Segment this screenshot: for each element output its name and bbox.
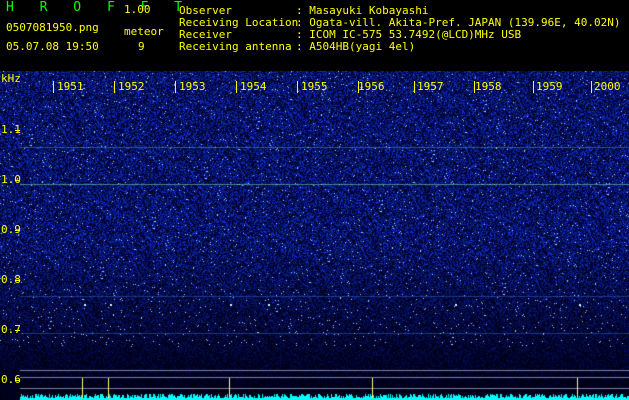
time-tick-mark bbox=[53, 81, 54, 93]
y-tick-mark bbox=[15, 330, 20, 331]
file-datetime: 05.07.08 19:50 bbox=[6, 40, 99, 53]
time-tick-label: 1958 bbox=[475, 80, 502, 93]
spectrogram-panel bbox=[0, 71, 629, 400]
time-tick-label: 1955 bbox=[301, 80, 328, 93]
app-logo: H R O F F T bbox=[6, 0, 192, 15]
y-axis-unit: kHz bbox=[1, 72, 21, 85]
y-tick-mark bbox=[15, 230, 20, 231]
time-tick-mark bbox=[297, 81, 298, 93]
info-antenna-key: Receiving antenna bbox=[179, 40, 292, 53]
time-tick-mark bbox=[414, 81, 415, 93]
time-tick-mark bbox=[175, 81, 176, 93]
time-tick-label: 1959 bbox=[536, 80, 563, 93]
y-tick-mark bbox=[15, 380, 20, 381]
y-tick-mark bbox=[15, 180, 20, 181]
time-tick-mark bbox=[236, 81, 237, 93]
time-tick-label: 2000 bbox=[594, 80, 621, 93]
time-tick-label: 1953 bbox=[179, 80, 206, 93]
time-tick-mark bbox=[533, 81, 534, 93]
meteor-label: meteor bbox=[124, 25, 164, 38]
y-tick-mark bbox=[15, 280, 20, 281]
spectrogram-canvas bbox=[0, 71, 629, 400]
y-tick-mark bbox=[15, 130, 20, 131]
app-version: 1.00 bbox=[124, 3, 151, 16]
time-tick-mark bbox=[114, 81, 115, 93]
time-tick-label: 1957 bbox=[417, 80, 444, 93]
time-tick-label: 1952 bbox=[118, 80, 145, 93]
time-tick-mark bbox=[591, 81, 592, 93]
file-name: 0507081950.png bbox=[6, 21, 99, 34]
time-tick-label: 1954 bbox=[240, 80, 267, 93]
info-antenna-value: : A504HB(yagi 4el) bbox=[296, 40, 416, 53]
time-tick-label: 1951 bbox=[57, 80, 84, 93]
time-tick-label: 1956 bbox=[358, 80, 385, 93]
meteor-count: 9 bbox=[138, 40, 145, 53]
